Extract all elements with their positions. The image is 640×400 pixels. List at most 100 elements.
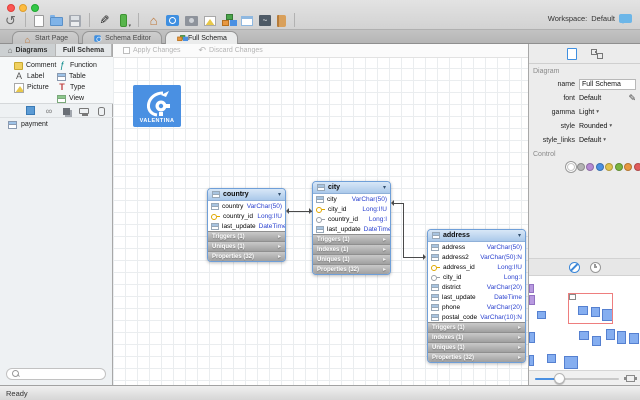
color-swatch[interactable] — [567, 163, 575, 171]
minimap-viewport[interactable] — [568, 293, 613, 324]
color-swatch[interactable] — [595, 163, 604, 171]
display-filter-icon[interactable] — [79, 108, 89, 116]
tab-schema-editor[interactable]: Schema Editor — [82, 31, 162, 44]
layers-filter-icon[interactable] — [63, 107, 70, 115]
save-icon[interactable] — [69, 14, 81, 27]
close-window-button[interactable] — [7, 4, 15, 12]
color-swatch[interactable] — [614, 163, 623, 171]
palette-item-picture[interactable]: Picture — [14, 82, 56, 93]
palette-item-function[interactable]: Function — [57, 60, 97, 70]
property-value[interactable]: Default — [579, 137, 601, 144]
er-section-indexes[interactable]: Indexes (1) ▸ — [313, 244, 390, 254]
links-filter-icon[interactable] — [44, 106, 54, 116]
database-filter-icon[interactable] — [98, 106, 105, 116]
er-field-row[interactable]: phone VarChar(20) — [428, 302, 525, 312]
properties-tab-icon[interactable] — [566, 47, 577, 60]
diagram-search-input[interactable] — [6, 368, 106, 380]
er-field-row[interactable]: last_update DateTime — [208, 221, 285, 231]
color-swatch[interactable] — [586, 163, 594, 171]
palette-item-type[interactable]: Type — [57, 82, 97, 92]
color-swatch[interactable] — [624, 163, 632, 171]
zoom-slider-knob[interactable] — [554, 373, 565, 384]
er-section-triggers[interactable]: Triggers (1) ▸ — [208, 231, 285, 241]
color-swatch[interactable] — [605, 163, 613, 171]
log-icon[interactable] — [277, 14, 286, 27]
er-field-row[interactable]: country_id Long:I — [313, 214, 390, 224]
minimap-viewport-handle[interactable] — [569, 294, 576, 300]
er-section-triggers[interactable]: Triggers (1) ▸ — [428, 322, 525, 332]
er-field-row[interactable]: postal_code VarChar(10):N — [428, 312, 525, 322]
er-section-properties[interactable]: Properties (32) ▸ — [428, 352, 525, 362]
er-table-address[interactable]: address ▾ address VarChar(50) address2 VarCha… — [427, 229, 526, 363]
er-field-row[interactable]: country VarChar(50) — [208, 201, 285, 211]
picture-icon[interactable] — [204, 15, 216, 26]
er-section-uniques[interactable]: Uniques (1) ▸ — [208, 241, 285, 251]
er-section-properties[interactable]: Properties (32) ▸ — [313, 264, 390, 274]
minimize-window-button[interactable] — [19, 4, 27, 12]
palette-item-view[interactable]: View — [57, 93, 97, 103]
pen-tool-icon[interactable] — [98, 14, 111, 27]
zoom-window-button[interactable] — [31, 4, 39, 12]
er-table-header[interactable]: city ▾ — [313, 182, 390, 194]
open-folder-icon[interactable] — [50, 15, 63, 26]
navigator-icon[interactable] — [568, 261, 580, 273]
new-document-icon[interactable] — [34, 14, 44, 27]
snapshot-icon[interactable] — [185, 16, 198, 26]
er-table-header[interactable]: country ▾ — [208, 189, 285, 201]
er-section-uniques[interactable]: Uniques (1) ▸ — [313, 254, 390, 264]
er-field-row[interactable]: last_update DateTime — [313, 224, 390, 234]
fit-to-window-icon[interactable] — [624, 375, 637, 382]
er-field-row[interactable]: last_update DateTime — [428, 292, 525, 302]
diagram-canvas[interactable]: Apply Changes Discard Changes VALENTINA c… — [113, 44, 528, 385]
tab-start-page[interactable]: Start Page — [12, 31, 80, 44]
palette-item-label[interactable]: Label — [14, 71, 56, 81]
feedback-chat-icon[interactable] — [619, 14, 632, 24]
window-icon[interactable] — [241, 15, 253, 26]
structure-tab-icon[interactable] — [590, 48, 603, 60]
er-field-row[interactable]: city VarChar(50) — [313, 194, 390, 204]
er-section-indexes[interactable]: Indexes (1) ▸ — [428, 332, 525, 342]
er-field-row[interactable]: address2 VarChar(50):N — [428, 252, 525, 262]
valentina-logo-picture[interactable]: VALENTINA — [133, 85, 181, 127]
table-menu-icon[interactable]: ▾ — [518, 232, 521, 239]
diagram-name-input[interactable]: Full Schema — [579, 78, 636, 90]
er-field-row[interactable]: city_id Long:I — [428, 272, 525, 282]
er-field-row[interactable]: address_id Long:I!U — [428, 262, 525, 272]
tab-full-schema[interactable]: Full Schema — [165, 31, 238, 44]
table-menu-icon[interactable]: ▾ — [278, 191, 281, 198]
dock-tab-diagrams[interactable]: Diagrams — [0, 44, 56, 56]
er-field-row[interactable]: address VarChar(50) — [428, 242, 525, 252]
dock-tab-full-schema[interactable]: Full Schema — [56, 44, 112, 56]
pencil-icon[interactable] — [628, 93, 636, 104]
full-schema-icon[interactable] — [222, 13, 235, 27]
undo-icon[interactable] — [4, 14, 17, 27]
palette-item-comment[interactable]: Comment — [14, 60, 56, 70]
er-section-properties[interactable]: Properties (32) ▸ — [208, 251, 285, 261]
property-value[interactable]: Rounded — [579, 123, 607, 130]
palette-item-table[interactable]: Table — [57, 71, 97, 81]
zoom-tool-icon[interactable] — [120, 13, 131, 29]
apply-changes-button[interactable]: Apply Changes — [123, 47, 180, 54]
er-field-row[interactable]: country_id Long:I!U — [208, 211, 285, 221]
discard-changes-button[interactable]: Discard Changes — [198, 45, 263, 56]
er-table-city[interactable]: city ▾ city VarChar(50) city_id Long:I!U count… — [312, 181, 391, 275]
table-menu-icon[interactable]: ▾ — [383, 184, 386, 191]
er-field-row[interactable]: city_id Long:I!U — [313, 204, 390, 214]
er-section-triggers[interactable]: Triggers (1) ▸ — [313, 234, 390, 244]
er-table-country[interactable]: country ▾ country VarChar(50) country_id Long… — [207, 188, 286, 262]
diagram-filter-icon[interactable] — [26, 106, 35, 115]
er-table-header[interactable]: address ▾ — [428, 230, 525, 242]
er-field-row[interactable]: district VarChar(20) — [428, 282, 525, 292]
relation-city-address[interactable] — [403, 203, 404, 257]
er-section-uniques[interactable]: Uniques (1) ▸ — [428, 342, 525, 352]
home-icon[interactable] — [147, 14, 160, 27]
diagram-minimap[interactable] — [529, 276, 640, 370]
color-swatch[interactable] — [576, 163, 585, 171]
color-swatch[interactable] — [633, 163, 640, 171]
history-icon[interactable] — [589, 261, 601, 273]
diagram-list-item-payment[interactable]: payment — [0, 118, 113, 131]
sql-editor-icon[interactable] — [259, 15, 271, 26]
schema-editor-icon[interactable] — [166, 15, 179, 26]
relation-city-address[interactable] — [403, 257, 424, 258]
property-value[interactable]: Light — [579, 109, 594, 116]
